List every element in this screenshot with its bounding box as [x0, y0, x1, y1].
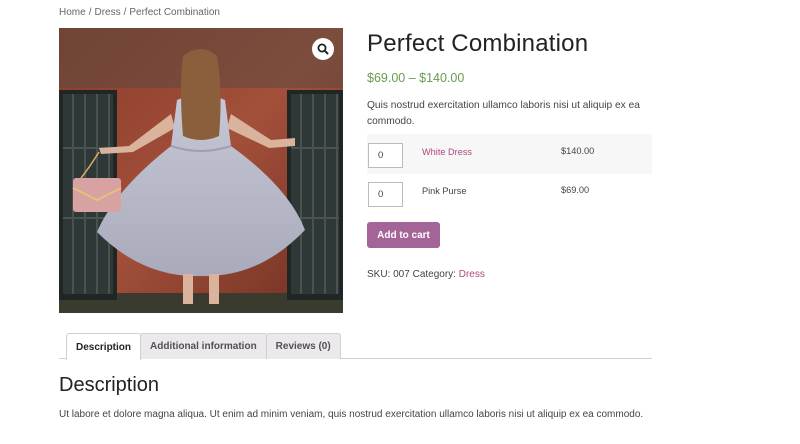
category-link[interactable]: Dress [459, 269, 485, 280]
category-label: Category: [412, 269, 456, 280]
description-text: Ut labore et dolore magna aliqua. Ut eni… [59, 409, 644, 420]
product-photo [59, 28, 343, 313]
grouped-product-row: White Dress $140.00 [367, 134, 652, 174]
grouped-products-table: White Dress $140.00 Pink Purse $69.00 [367, 134, 652, 214]
sku-label: SKU: [367, 269, 391, 280]
zoom-button[interactable] [312, 38, 334, 60]
grouped-product-row: Pink Purse $69.00 [367, 174, 652, 214]
grouped-product-price: $69.00 [561, 185, 590, 195]
product-tabs: Description Additional information Revie… [66, 333, 341, 360]
zoom-magnifier-icon [317, 43, 329, 55]
quantity-input[interactable] [368, 143, 403, 168]
breadcrumb: Home / Dress / Perfect Combination [59, 7, 220, 18]
grouped-product-name: Pink Purse [422, 186, 467, 196]
product-summary: Perfect Combination $69.00 – $140.00 Qui… [367, 28, 653, 129]
sku-value: 007 [393, 269, 410, 280]
grouped-product-price: $140.00 [561, 146, 595, 156]
add-to-cart-button[interactable]: Add to cart [367, 222, 440, 248]
product-image[interactable] [59, 28, 343, 313]
tab-description[interactable]: Description [66, 333, 142, 360]
product-price-range: $69.00 – $140.00 [367, 71, 465, 85]
breadcrumb-current: Perfect Combination [129, 7, 220, 18]
product-short-description: Quis nostrud exercitation ullamco labori… [367, 100, 640, 127]
breadcrumb-separator: / [88, 7, 92, 18]
breadcrumb-separator: / [123, 7, 127, 18]
quantity-input[interactable] [368, 182, 403, 207]
product-meta: SKU: 007 Category: Dress [367, 269, 485, 280]
tab-reviews[interactable]: Reviews (0) [265, 333, 341, 359]
description-heading: Description [59, 374, 160, 396]
product-title: Perfect Combination [367, 30, 589, 57]
grouped-product-name-link[interactable]: White Dress [422, 147, 472, 157]
breadcrumb-category-link[interactable]: Dress [94, 7, 120, 18]
tab-additional-information[interactable]: Additional information [140, 333, 267, 359]
breadcrumb-home-link[interactable]: Home [59, 7, 86, 18]
